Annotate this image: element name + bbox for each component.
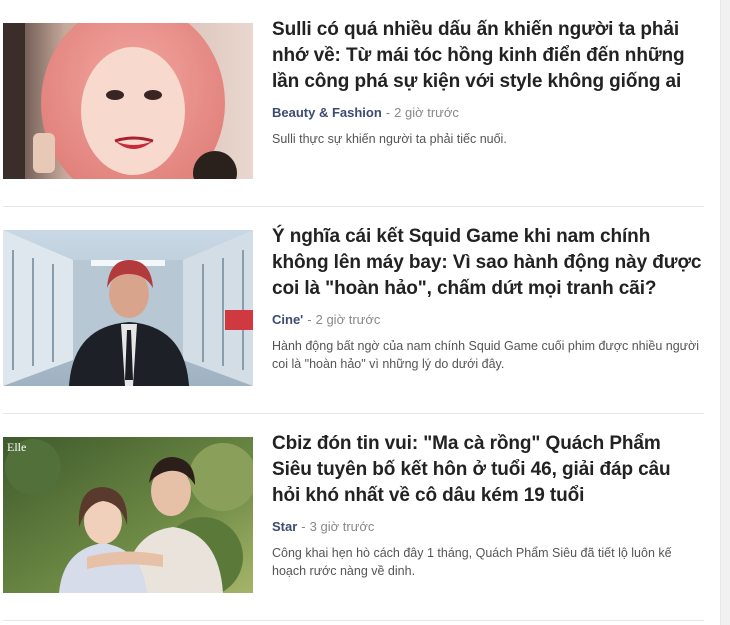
article-summary: Sulli thực sự khiến người ta phải tiếc n… — [272, 132, 507, 146]
article-category[interactable]: Star — [272, 519, 297, 534]
article-time: 2 giờ trước — [315, 312, 381, 327]
article-thumbnail[interactable] — [3, 230, 253, 386]
article-thumbnail[interactable]: Elle — [3, 437, 253, 593]
article-item: Ý nghĩa cái kết Squid Game khi nam chính… — [0, 207, 716, 414]
news-feed: Sulli có quá nhiều dấu ấn khiến người ta… — [0, 0, 716, 621]
couple-photo: Elle — [3, 437, 253, 593]
article-category[interactable]: Beauty & Fashion — [272, 105, 382, 120]
article-category[interactable]: Cine' — [272, 312, 303, 327]
article-content: Cbiz đón tin vui: "Ma cà rồng" Quách Phẩ… — [272, 431, 702, 580]
article-content: Ý nghĩa cái kết Squid Game khi nam chính… — [272, 224, 702, 373]
article-meta: Beauty & Fashion -2 giờ trước — [272, 104, 702, 122]
article-time: 3 giờ trước — [309, 519, 375, 534]
scrollbar[interactable] — [720, 0, 730, 625]
article-time: 2 giờ trước — [394, 105, 459, 120]
divider — [3, 620, 704, 621]
article-meta: Cine' -2 giờ trước — [272, 311, 702, 329]
article-title[interactable]: Ý nghĩa cái kết Squid Game khi nam chính… — [272, 224, 702, 302]
meta-separator: - — [301, 519, 306, 534]
article-item: Sulli có quá nhiều dấu ấn khiến người ta… — [0, 0, 716, 207]
article-thumbnail[interactable] — [3, 23, 253, 179]
meta-separator: - — [385, 105, 391, 120]
article-item: Elle Cbiz đón tin vui: "Ma cà rồng" Quác… — [0, 414, 716, 621]
man-in-jet-bridge-photo — [3, 230, 253, 386]
woman-pink-hair-photo — [3, 23, 253, 179]
meta-separator: - — [307, 312, 312, 327]
article-content: Sulli có quá nhiều dấu ấn khiến người ta… — [272, 17, 702, 148]
article-title[interactable]: Cbiz đón tin vui: "Ma cà rồng" Quách Phẩ… — [272, 431, 702, 509]
article-summary: Công khai hẹn hò cách đây 1 tháng, Quách… — [272, 546, 672, 578]
article-meta: Star -3 giờ trước — [272, 518, 702, 536]
article-title[interactable]: Sulli có quá nhiều dấu ấn khiến người ta… — [272, 17, 702, 95]
article-summary: Hành động bất ngờ của nam chính Squid Ga… — [272, 339, 699, 371]
elle-watermark: Elle — [7, 440, 26, 454]
